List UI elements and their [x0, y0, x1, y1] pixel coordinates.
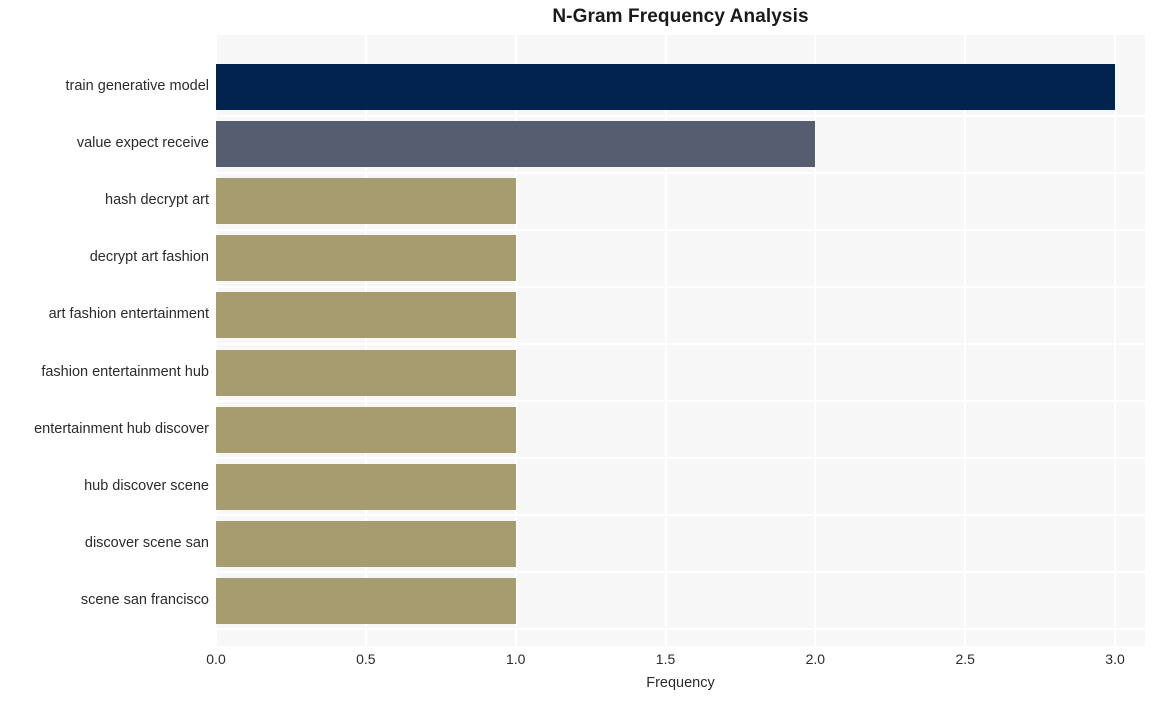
- bar: [216, 406, 516, 453]
- horizontal-gridline: [216, 228, 1145, 231]
- horizontal-gridline: [216, 628, 1145, 631]
- y-axis-tick-label: fashion entertainment hub: [41, 363, 209, 380]
- bar: [216, 235, 516, 282]
- horizontal-gridline: [216, 457, 1145, 460]
- x-axis-tick-label: 0.0: [206, 651, 226, 667]
- x-axis-tick-label: 2.0: [805, 651, 826, 667]
- horizontal-gridline: [216, 171, 1145, 174]
- y-axis-tick-label: decrypt art fashion: [89, 249, 209, 266]
- horizontal-gridline: [216, 114, 1145, 117]
- bar: [216, 349, 516, 396]
- x-axis-tick-label: 0.5: [356, 651, 376, 667]
- plot-area: [216, 35, 1145, 646]
- y-axis-tick-label: discover scene san: [84, 534, 209, 551]
- y-axis-tick-label: scene san francisco: [80, 591, 209, 608]
- x-axis-tick-label: 2.5: [955, 651, 975, 667]
- chart-figure: N-Gram Frequency Analysis train generati…: [0, 0, 1155, 701]
- bar: [216, 178, 516, 225]
- x-axis-label: Frequency: [646, 675, 715, 691]
- x-axis-tick-label: 3.0: [1105, 651, 1125, 667]
- y-axis-tick-label: value expect receive: [76, 135, 209, 152]
- x-axis-tick-label: 1.0: [505, 651, 526, 667]
- bar: [216, 292, 516, 339]
- bar: [216, 121, 816, 168]
- horizontal-gridline: [216, 571, 1145, 574]
- horizontal-gridline: [216, 342, 1145, 345]
- bar: [216, 520, 516, 567]
- horizontal-gridline: [216, 400, 1145, 403]
- horizontal-gridline: [216, 514, 1145, 517]
- y-axis-tick-label: hub discover scene: [84, 477, 209, 494]
- vertical-gridline: [1114, 35, 1117, 646]
- y-axis-tick-label: art fashion entertainment: [48, 306, 209, 323]
- bar: [216, 64, 1116, 110]
- horizontal-gridline: [216, 285, 1145, 288]
- bar: [216, 577, 516, 624]
- bar: [216, 463, 516, 510]
- vertical-gridline: [964, 35, 967, 646]
- y-axis-tick-label: hash decrypt art: [105, 192, 209, 209]
- chart-title: N-Gram Frequency Analysis: [552, 6, 809, 27]
- y-axis-tick-label: entertainment hub discover: [34, 420, 209, 437]
- x-axis-tick-label: 1.5: [655, 651, 676, 667]
- y-axis-tick-label: train generative model: [65, 78, 209, 94]
